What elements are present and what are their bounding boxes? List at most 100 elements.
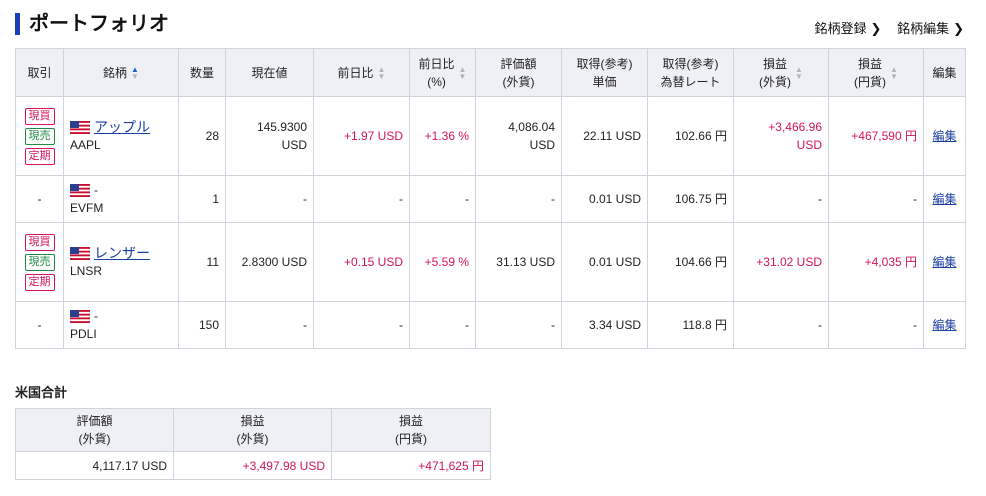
totals-row: 4,117.17 USD +3,497.98 USD +471,625 円 — [15, 451, 491, 480]
us-flag-icon — [70, 246, 90, 260]
stock-code: EVFM — [70, 201, 104, 215]
value-cell: 4,086.04 USD — [475, 96, 562, 176]
pl-fx-cell: - — [733, 175, 829, 223]
rate-cell: 118.8 円 — [647, 301, 734, 349]
value-cell: - — [475, 175, 562, 223]
table-header-row: 取引 銘柄 ▲ ▼ 数量 現在値 前日比 ▲ ▼ 前日比 (%) ▲ ▼ 評価額 (外貨) 取得… — [15, 48, 966, 97]
cost-cell: 0.01 USD — [561, 175, 648, 223]
sort-icon: ▲ ▼ — [131, 64, 139, 81]
totals-pl-fx-cell: +3,497.98 USD — [173, 451, 332, 480]
edit-link[interactable]: 編集 — [932, 318, 956, 332]
totals-col-pl-jpy: 損益 (円貨) — [331, 408, 491, 452]
col-change-pct[interactable]: 前日比 (%) ▲ ▼ — [409, 48, 476, 97]
rate-cell: 104.66 円 — [647, 222, 734, 302]
stock-code: AAPL — [70, 138, 101, 152]
col-change[interactable]: 前日比 ▲ ▼ — [313, 48, 410, 97]
sort-icon: ▲ ▼ — [458, 64, 467, 81]
rate-cell: 102.66 円 — [647, 96, 734, 176]
name-cell: - EVFM — [63, 175, 179, 223]
col-edit: 編集 — [923, 48, 966, 97]
change-cell: +1.97 USD — [313, 96, 410, 176]
totals-col-value: 評価額 (外貨) — [15, 408, 174, 452]
totals-value-cell: 4,117.17 USD — [15, 451, 174, 480]
col-value: 評価額 (外貨) — [475, 48, 562, 97]
col-pl-jpy-unit: (円貨) — [854, 74, 887, 89]
col-pl-jpy[interactable]: 損益 (円貨) ▲ ▼ — [828, 48, 924, 97]
totals-col-pl-fx: 損益 (外貨) — [173, 408, 332, 452]
name-cell: アップル AAPL — [63, 96, 179, 176]
register-stock-link[interactable]: 銘柄登録 ❯ — [815, 21, 882, 36]
value-cell: - — [475, 301, 562, 349]
rate-cell: 106.75 円 — [647, 175, 734, 223]
cost-cell: 3.34 USD — [561, 301, 648, 349]
col-name-label: 銘柄 — [103, 65, 128, 80]
table-row: 現買 現売 定期 レンザー LNSR 11 2.8300 USD +0.15 U… — [15, 222, 966, 302]
periodic-badge-button[interactable]: 定期 — [24, 147, 55, 165]
totals-table: 評価額 (外貨) 損益 (外貨) 損益 (円貨) 4,117.17 USD +3,49… — [15, 408, 491, 480]
change-pct-cell: +5.59 % — [409, 222, 476, 302]
edit-cell: 編集 — [923, 175, 966, 223]
col-rate: 取得(参考) 為替レート — [647, 48, 734, 97]
price-cell: - — [225, 175, 314, 223]
portfolio-table: 取引 銘柄 ▲ ▼ 数量 現在値 前日比 ▲ ▼ 前日比 (%) ▲ ▼ 評価額 (外貨) 取得… — [15, 48, 966, 349]
col-pl-jpy-label: 損益 — [858, 56, 883, 71]
col-change-pct-label: 前日比 — [418, 56, 455, 71]
stock-name-link[interactable]: レンザー — [94, 244, 150, 262]
table-row: - - EVFM 1 - - - - 0.01 USD 106.75 円 - -… — [15, 175, 966, 223]
price-cell: 145.9300 USD — [225, 96, 314, 176]
qty-cell: 1 — [178, 175, 226, 223]
periodic-badge-button[interactable]: 定期 — [24, 273, 55, 291]
chevron-right-icon: ❯ — [953, 21, 964, 36]
page-header: ポートフォリオ 銘柄登録 ❯ 銘柄編集 ❯ — [15, 10, 970, 40]
edit-stocks-label: 銘柄編集 — [897, 21, 950, 36]
edit-link[interactable]: 編集 — [932, 129, 956, 143]
pl-jpy-cell: +4,035 円 — [828, 222, 924, 302]
pl-fx-cell: - — [733, 301, 829, 349]
change-cell: - — [313, 175, 410, 223]
trade-cell: 現買 現売 定期 — [15, 96, 64, 176]
totals-header-row: 評価額 (外貨) 損益 (外貨) 損益 (円貨) — [15, 408, 491, 452]
change-cell: +0.15 USD — [313, 222, 410, 302]
price-cell: - — [225, 301, 314, 349]
col-change-label: 前日比 — [337, 65, 374, 80]
table-row: 現買 現売 定期 アップル AAPL 28 145.9300 USD +1.97 … — [15, 96, 966, 176]
pl-jpy-cell: - — [828, 301, 924, 349]
register-stock-label: 銘柄登録 — [814, 21, 867, 36]
us-flag-icon — [70, 183, 90, 197]
table-row: - - PDLI 150 - - - - 3.34 USD 118.8 円 - … — [15, 301, 966, 349]
col-price: 現在値 — [225, 48, 314, 97]
buy-badge-button[interactable]: 現買 — [24, 107, 55, 125]
sort-icon: ▲ ▼ — [377, 64, 386, 81]
chevron-right-icon: ❯ — [870, 21, 882, 36]
stock-name-link[interactable]: アップル — [94, 118, 150, 136]
us-flag-icon — [70, 309, 90, 323]
title-accent-bar — [15, 13, 20, 35]
edit-link[interactable]: 編集 — [932, 192, 956, 206]
totals-pl-jpy-cell: +471,625 円 — [331, 451, 491, 480]
buy-badge-button[interactable]: 現買 — [24, 233, 55, 251]
col-name[interactable]: 銘柄 ▲ ▼ — [63, 48, 179, 97]
col-pl-fx-unit: (外貨) — [759, 74, 792, 89]
trade-cell: - — [15, 175, 64, 223]
trade-cell: 現買 現売 定期 — [15, 222, 64, 302]
stock-code: PDLI — [70, 327, 97, 341]
pl-fx-cell: +3,466.96 USD — [733, 96, 829, 176]
page-title: ポートフォリオ — [29, 13, 169, 35]
stock-code: LNSR — [70, 264, 103, 278]
sell-badge-button[interactable]: 現売 — [24, 127, 55, 145]
col-change-pct-unit: (%) — [427, 74, 446, 89]
edit-link[interactable]: 編集 — [932, 255, 956, 269]
edit-cell: 編集 — [923, 222, 966, 302]
totals-title: 米国合計 — [15, 385, 68, 400]
sort-icon: ▲ ▼ — [795, 64, 803, 81]
col-qty: 数量 — [178, 48, 226, 97]
us-flag-icon — [70, 120, 90, 134]
pl-jpy-cell: - — [828, 175, 924, 223]
col-cost: 取得(参考) 単価 — [561, 48, 648, 97]
sell-badge-button[interactable]: 現売 — [24, 253, 55, 271]
trade-cell: - — [15, 301, 64, 349]
change-cell: - — [313, 301, 410, 349]
col-pl-fx[interactable]: 損益 (外貨) ▲ ▼ — [733, 48, 829, 97]
change-pct-cell: - — [409, 301, 476, 349]
edit-stocks-link[interactable]: 銘柄編集 ❯ — [897, 21, 964, 36]
